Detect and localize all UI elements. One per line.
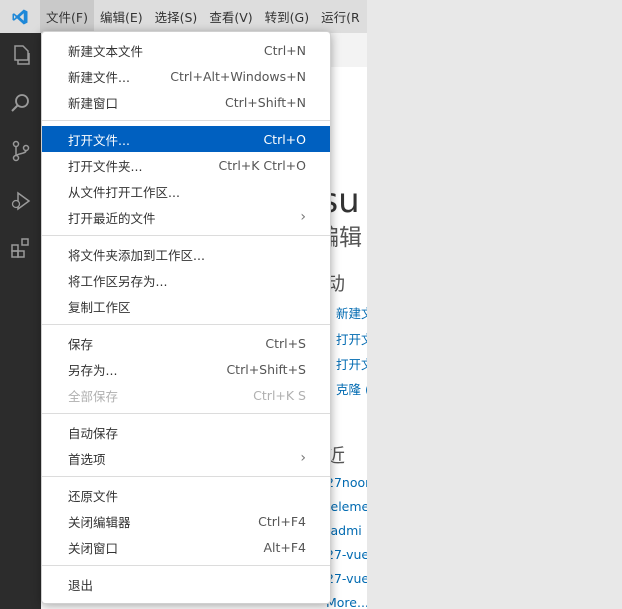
menu-item-save[interactable]: 保存 Ctrl+S — [42, 330, 330, 356]
chevron-right-icon: › — [300, 450, 306, 466]
menu-item-shortcut: Ctrl+K S — [253, 387, 306, 403]
menu-item-preferences[interactable]: 首选项 › — [42, 445, 330, 471]
chevron-right-icon: › — [300, 209, 306, 225]
recent-item[interactable]: 27-vue — [326, 547, 367, 562]
menu-item-new-file[interactable]: 新建文件... Ctrl+Alt+Windows+N — [42, 63, 330, 89]
menu-item-open-workspace-from-file[interactable]: 从文件打开工作区... — [42, 178, 330, 204]
menu-item-save-workspace-as[interactable]: 将工作区另存为... — [42, 267, 330, 293]
run-debug-icon[interactable] — [9, 189, 33, 213]
menu-item-new-window[interactable]: 新建窗口 Ctrl+Shift+N — [42, 89, 330, 115]
menu-item-revert-file[interactable]: 还原文件 — [42, 482, 330, 508]
menu-file[interactable]: 文件(F) — [40, 0, 94, 33]
menu-separator — [42, 565, 330, 566]
vscode-logo-icon — [0, 0, 40, 33]
menu-item-shortcut: Ctrl+Shift+S — [226, 361, 306, 377]
extensions-icon[interactable] — [9, 236, 33, 260]
menu-item-new-text-file[interactable]: 新建文本文件 Ctrl+N — [42, 37, 330, 63]
menu-item-label: 退出 — [68, 577, 94, 593]
start-link-new-file[interactable]: 新建文 — [336, 303, 367, 322]
menu-item-close-window[interactable]: 关闭窗口 Alt+F4 — [42, 534, 330, 560]
source-control-icon[interactable] — [9, 139, 33, 163]
menu-item-label: 首选项 — [68, 451, 106, 467]
menu-item-label: 关闭编辑器 — [68, 514, 131, 530]
menu-item-label: 打开最近的文件 — [68, 210, 156, 226]
menu-separator — [42, 235, 330, 236]
menu-item-label: 将工作区另存为... — [68, 273, 168, 289]
menu-item-label: 复制工作区 — [68, 299, 131, 315]
menu-run[interactable]: 运行(R — [315, 0, 366, 33]
recent-item[interactable]: -admi — [326, 523, 362, 538]
menu-item-save-as[interactable]: 另存为... Ctrl+Shift+S — [42, 356, 330, 382]
menu-item-close-editor[interactable]: 关闭编辑器 Ctrl+F4 — [42, 508, 330, 534]
menu-go[interactable]: 转到(G) — [259, 0, 315, 33]
menu-item-shortcut: Ctrl+Alt+Windows+N — [170, 68, 306, 84]
menu-item-shortcut: Ctrl+N — [263, 42, 306, 58]
menu-view[interactable]: 查看(V) — [203, 0, 258, 33]
start-link-clone[interactable]: 克隆 ( — [336, 379, 367, 398]
menu-edit[interactable]: 编辑(E) — [94, 0, 149, 33]
menu-separator — [42, 120, 330, 121]
menu-item-shortcut: Ctrl+Shift+N — [225, 94, 306, 110]
menu-separator — [42, 413, 330, 414]
start-link-open-file[interactable]: 打开文 — [336, 329, 367, 348]
menu-item-label: 另存为... — [68, 362, 118, 378]
recent-item[interactable]: 27-vue — [326, 571, 367, 586]
recent-more-link[interactable]: More... — [326, 595, 367, 609]
menu-item-label: 从文件打开工作区... — [68, 184, 180, 200]
menu-item-open-folder[interactable]: 打开文件夹... Ctrl+K Ctrl+O — [42, 152, 330, 178]
menu-item-label: 保存 — [68, 336, 94, 352]
menu-item-label: 新建文件... — [68, 69, 130, 85]
menu-item-label: 新建窗口 — [68, 95, 119, 111]
menu-item-label: 打开文件... — [68, 132, 130, 148]
menu-selection[interactable]: 选择(S) — [149, 0, 204, 33]
search-icon[interactable] — [9, 91, 33, 115]
menu-item-label: 全部保存 — [68, 388, 119, 404]
menu-separator — [42, 476, 330, 477]
menu-item-label: 新建文本文件 — [68, 43, 144, 59]
menu-bar: 文件(F) 编辑(E) 选择(S) 查看(V) 转到(G) 运行(R — [40, 0, 366, 33]
menu-item-label: 自动保存 — [68, 425, 119, 441]
vscode-window: 文件(F) 编辑(E) 选择(S) 查看(V) 转到(G) 运行(R isu 编… — [0, 0, 367, 609]
activity-bar — [0, 33, 41, 609]
explorer-icon[interactable] — [9, 43, 33, 67]
menu-item-shortcut: Ctrl+O — [263, 131, 306, 147]
menu-item-label: 还原文件 — [68, 488, 119, 504]
menu-item-open-recent[interactable]: 打开最近的文件 › — [42, 204, 330, 230]
file-menu-dropdown: 新建文本文件 Ctrl+N 新建文件... Ctrl+Alt+Windows+N… — [41, 31, 331, 604]
menu-item-open-file[interactable]: 打开文件... Ctrl+O — [42, 126, 330, 152]
recent-item[interactable]: 27noor — [326, 475, 367, 490]
menu-item-shortcut: Alt+F4 — [263, 539, 306, 555]
menu-item-label: 打开文件夹... — [68, 158, 143, 174]
menu-item-label: 将文件夹添加到工作区... — [68, 247, 205, 263]
menu-item-duplicate-workspace[interactable]: 复制工作区 — [42, 293, 330, 319]
menu-separator — [42, 324, 330, 325]
menu-item-shortcut: Ctrl+F4 — [258, 513, 306, 529]
recent-item[interactable]: -eleme — [326, 499, 367, 514]
start-link-open-folder[interactable]: 打开文 — [336, 354, 367, 373]
menu-item-auto-save[interactable]: 自动保存 — [42, 419, 330, 445]
menu-item-save-all: 全部保存 Ctrl+K S — [42, 382, 330, 408]
menu-item-shortcut: Ctrl+S — [265, 335, 306, 351]
menu-item-add-folder-to-workspace[interactable]: 将文件夹添加到工作区... — [42, 241, 330, 267]
menu-item-shortcut: Ctrl+K Ctrl+O — [218, 157, 306, 173]
menu-item-exit[interactable]: 退出 — [42, 571, 330, 597]
title-bar: 文件(F) 编辑(E) 选择(S) 查看(V) 转到(G) 运行(R — [0, 0, 367, 33]
menu-item-label: 关闭窗口 — [68, 540, 119, 556]
